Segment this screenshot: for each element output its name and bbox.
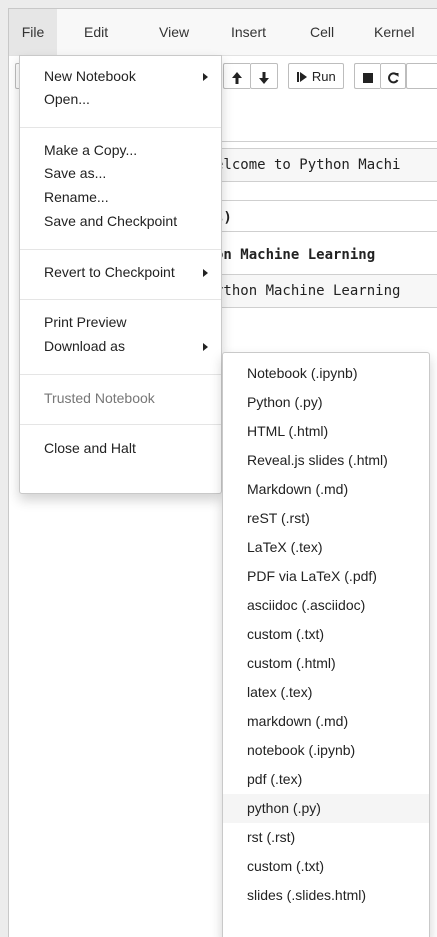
download-python-lower[interactable]: python (.py): [223, 794, 429, 823]
download-markdown[interactable]: Markdown (.md): [223, 475, 429, 504]
menu-item-close-halt[interactable]: Close and Halt: [44, 440, 136, 456]
download-custom-txt-2[interactable]: custom (.txt): [223, 852, 429, 881]
cell-separator: [199, 200, 437, 201]
menu-view[interactable]: View: [159, 9, 189, 55]
arrow-down-icon: [259, 71, 269, 84]
download-latex[interactable]: LaTeX (.tex): [223, 533, 429, 562]
menu-divider: [20, 424, 221, 425]
submenu-arrow-icon: [203, 73, 208, 81]
arrow-up-icon: [232, 71, 242, 84]
cell-separator: [199, 141, 437, 142]
notebook-window: File Edit View Insert Cell Kernel Run el…: [8, 8, 437, 937]
menu-item-trusted-notebook[interactable]: Trusted Notebook: [44, 390, 155, 406]
download-asciidoc[interactable]: asciidoc (.asciidoc): [223, 591, 429, 620]
menu-item-save-as[interactable]: Save as...: [44, 165, 106, 181]
menu-kernel[interactable]: Kernel: [374, 9, 414, 55]
download-rest[interactable]: reST (.rst): [223, 504, 429, 533]
menu-cell[interactable]: Cell: [310, 9, 334, 55]
step-forward-icon: [297, 71, 308, 82]
menu-divider: [20, 127, 221, 128]
download-pdf-via-latex[interactable]: PDF via LaTeX (.pdf): [223, 562, 429, 591]
file-menu: New Notebook Open... Make a Copy... Save…: [19, 55, 222, 494]
restart-button[interactable]: [380, 63, 406, 89]
menu-item-download-as[interactable]: Download as: [44, 338, 125, 354]
toolbar-button-next[interactable]: [406, 63, 437, 89]
menu-divider: [20, 299, 221, 300]
menu-divider: [20, 374, 221, 375]
download-revealjs-slides[interactable]: Reveal.js slides (.html): [223, 446, 429, 475]
interrupt-button[interactable]: [354, 63, 380, 89]
download-custom-html[interactable]: custom (.html): [223, 649, 429, 678]
download-python-py[interactable]: Python (.py): [223, 388, 429, 417]
menu-item-save-checkpoint[interactable]: Save and Checkpoint: [44, 213, 177, 229]
run-button[interactable]: Run: [288, 63, 344, 89]
download-rst[interactable]: rst (.rst): [223, 823, 429, 852]
cell-separator: [199, 231, 437, 232]
run-button-label: Run: [311, 69, 336, 84]
download-as-submenu: Notebook (.ipynb) Python (.py) HTML (.ht…: [222, 352, 430, 937]
menubar: File Edit View Insert Cell Kernel: [9, 9, 437, 56]
menu-edit[interactable]: Edit: [84, 9, 108, 55]
download-notebook-ipynb[interactable]: Notebook (.ipynb): [223, 359, 429, 388]
download-custom-txt[interactable]: custom (.txt): [223, 620, 429, 649]
menu-item-revert-checkpoint[interactable]: Revert to Checkpoint: [44, 264, 175, 280]
move-up-button[interactable]: [223, 63, 250, 89]
menu-item-new-notebook[interactable]: New Notebook: [44, 68, 136, 84]
download-latex-lower[interactable]: latex (.tex): [223, 678, 429, 707]
menu-insert[interactable]: Insert: [231, 9, 266, 55]
menu-item-rename[interactable]: Rename...: [44, 189, 109, 205]
stop-icon: [362, 72, 373, 83]
code-line: elcome to Python Machi: [215, 157, 401, 173]
submenu-arrow-icon: [203, 269, 208, 277]
move-down-button[interactable]: [250, 63, 278, 89]
download-notebook-lower[interactable]: notebook (.ipynb): [223, 736, 429, 765]
restart-icon: [388, 71, 399, 83]
code-line: ython Machine Learning: [215, 283, 401, 299]
markdown-heading: on Machine Learning: [215, 247, 376, 263]
menu-item-print-preview[interactable]: Print Preview: [44, 314, 126, 330]
menu-item-open[interactable]: Open...: [44, 91, 90, 107]
menu-item-make-copy[interactable]: Make a Copy...: [44, 142, 137, 158]
download-markdown-lower[interactable]: markdown (.md): [223, 707, 429, 736]
submenu-arrow-icon: [203, 343, 208, 351]
download-pdf-tex[interactable]: pdf (.tex): [223, 765, 429, 794]
menu-divider: [20, 249, 221, 250]
download-html[interactable]: HTML (.html): [223, 417, 429, 446]
download-slides-html[interactable]: slides (.slides.html): [223, 881, 429, 910]
menu-file[interactable]: File: [9, 9, 57, 55]
